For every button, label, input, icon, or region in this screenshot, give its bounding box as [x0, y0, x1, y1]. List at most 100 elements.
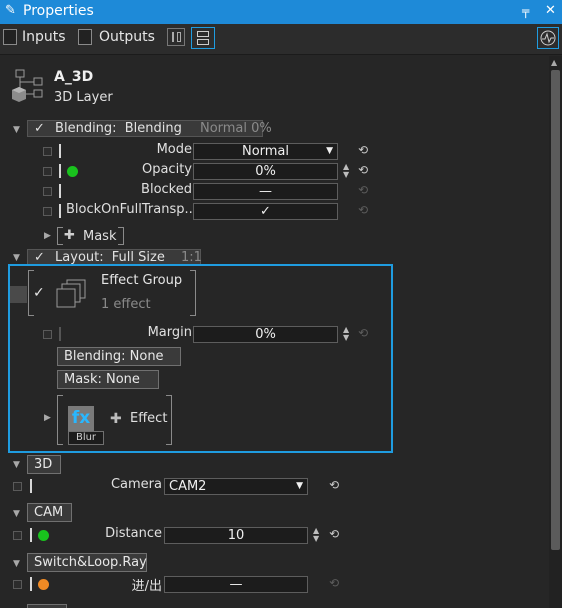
monitor-button[interactable]: [537, 27, 559, 49]
expand-mask-icon[interactable]: ▶: [44, 231, 51, 241]
green-status-dot: [38, 530, 49, 541]
margin-bar: [59, 327, 61, 341]
blur-effect-icon[interactable]: fx: [68, 406, 94, 432]
margin-label: Margin: [147, 325, 192, 340]
title-bar: ✎ Properties ╤ ✕: [0, 0, 562, 24]
io-toggle-button[interactable]: [167, 28, 185, 46]
distance-spinner[interactable]: ▲ ▼: [313, 527, 319, 543]
mode-value: Normal: [241, 144, 290, 159]
blocked-checkbox[interactable]: [43, 187, 52, 196]
blending-label: Blending:: [55, 121, 117, 136]
effect-mask-button[interactable]: Mask: None: [57, 370, 159, 389]
margin-spinner[interactable]: ▲ ▼: [343, 326, 349, 342]
block-transp-checkbox[interactable]: [43, 207, 52, 216]
inout-checkbox[interactable]: [13, 580, 22, 589]
outputs-icon: [78, 29, 92, 45]
camera-label: Camera: [110, 477, 162, 492]
chevron-down-icon: ▼: [296, 481, 303, 491]
pulse-icon: [540, 30, 556, 46]
inputs-tab[interactable]: Inputs: [22, 29, 66, 49]
add-effect-plus-icon[interactable]: ✚: [110, 411, 122, 427]
collapse-3d-icon[interactable]: ▼: [13, 460, 20, 470]
layout-label: Layout:: [55, 250, 104, 265]
effect-blending-button[interactable]: Blending: None: [57, 347, 181, 366]
opacity-field[interactable]: 0%: [193, 163, 338, 180]
camera-reset-icon[interactable]: ⟲: [329, 478, 339, 492]
effect-group-count: 1 effect: [101, 297, 151, 312]
outputs-tab[interactable]: Outputs: [99, 29, 155, 49]
camera-checkbox[interactable]: [13, 482, 22, 491]
blocked-toggle[interactable]: —: [193, 183, 338, 200]
margin-reset-icon[interactable]: ⟲: [358, 326, 368, 340]
section-cam-header[interactable]: CAM: [27, 503, 72, 522]
distance-field[interactable]: 10: [164, 527, 308, 544]
pencil-icon: ✎: [5, 3, 16, 18]
layer-name: A_3D: [54, 69, 94, 85]
mode-bar: [59, 144, 61, 158]
blocked-bar: [59, 184, 61, 198]
collapse-layout-icon[interactable]: ▼: [13, 253, 20, 263]
mask-plus-icon[interactable]: ✚: [64, 228, 75, 243]
mask-bracket-right: [118, 227, 124, 245]
distance-label: Distance: [105, 526, 162, 541]
blur-effect-label: Blur: [68, 431, 104, 445]
blocked-label: Blocked: [141, 182, 192, 197]
block-transp-toggle[interactable]: ✓: [193, 203, 338, 220]
layout-value: Full Size: [111, 250, 165, 265]
block-transp-reset-icon[interactable]: ⟲: [358, 203, 368, 217]
close-icon[interactable]: ✕: [545, 3, 556, 18]
distance-reset-icon[interactable]: ⟲: [329, 527, 339, 541]
margin-checkbox[interactable]: [43, 330, 52, 339]
opacity-reset-icon[interactable]: ⟲: [358, 163, 368, 177]
next-section-header[interactable]: [27, 604, 67, 608]
mode-select[interactable]: Normal ▼: [193, 143, 338, 160]
mode-label: Mode: [156, 142, 192, 157]
camera-select[interactable]: CAM2 ▼: [164, 478, 308, 495]
add-effect-label[interactable]: Effect: [130, 411, 167, 426]
layout-check[interactable]: ✓: [34, 250, 45, 265]
section-3d-header[interactable]: 3D: [27, 455, 61, 474]
collapse-blending-icon[interactable]: ▼: [13, 125, 20, 135]
opacity-label: Opacity: [141, 162, 192, 177]
effects-bracket-right: [166, 395, 172, 445]
effect-group-icon: [56, 279, 86, 308]
collapse-cam-icon[interactable]: ▼: [13, 509, 20, 519]
camera-value: CAM2: [169, 479, 207, 494]
collapse-switch-icon[interactable]: ▼: [13, 559, 20, 569]
camera-bar: [30, 479, 32, 493]
toolbar: Inputs Outputs: [0, 24, 562, 55]
blocked-reset-icon[interactable]: ⟲: [358, 183, 368, 197]
pin-icon[interactable]: ╤: [522, 4, 529, 18]
mode-reset-icon[interactable]: ⟲: [358, 143, 368, 157]
effects-bracket-left: [57, 395, 63, 445]
distance-bar: [30, 528, 32, 542]
inputs-icon: [3, 29, 17, 45]
section-switch-header[interactable]: Switch&Loop.Ray: [27, 553, 147, 572]
layout-view-button[interactable]: [191, 27, 215, 49]
blending-summary: Normal 0%: [199, 121, 272, 136]
opacity-spinner[interactable]: ▲ ▼: [343, 163, 349, 179]
block-transp-bar: [59, 204, 61, 218]
blending-value: Blending: [124, 121, 182, 136]
effect-group-check[interactable]: ✓: [33, 285, 45, 301]
blending-header[interactable]: ✓ Blending: Blending Normal 0%: [27, 120, 272, 137]
inout-reset-icon[interactable]: ⟲: [329, 576, 339, 590]
mask-label[interactable]: Mask: [83, 229, 116, 244]
inout-toggle[interactable]: —: [164, 576, 308, 593]
opacity-bar: [59, 164, 61, 178]
green-status-dot: [67, 166, 78, 177]
margin-field[interactable]: 0%: [193, 326, 338, 343]
block-transp-label: BlockOnFullTransp...: [66, 202, 192, 217]
opacity-checkbox[interactable]: [43, 167, 52, 176]
mode-checkbox[interactable]: [43, 147, 52, 156]
scroll-up-icon[interactable]: ▲: [551, 58, 557, 67]
distance-checkbox[interactable]: [13, 531, 22, 540]
inout-label: 进/出: [131, 579, 162, 594]
inout-bar: [30, 577, 32, 591]
scrollbar-thumb[interactable]: [551, 70, 560, 550]
effect-group-bracket-right: [190, 270, 196, 316]
layer-tree-icon: [12, 69, 43, 102]
blending-check[interactable]: ✓: [34, 121, 45, 136]
expand-effects-icon[interactable]: ▶: [44, 413, 51, 423]
mask-bracket: [57, 227, 63, 245]
